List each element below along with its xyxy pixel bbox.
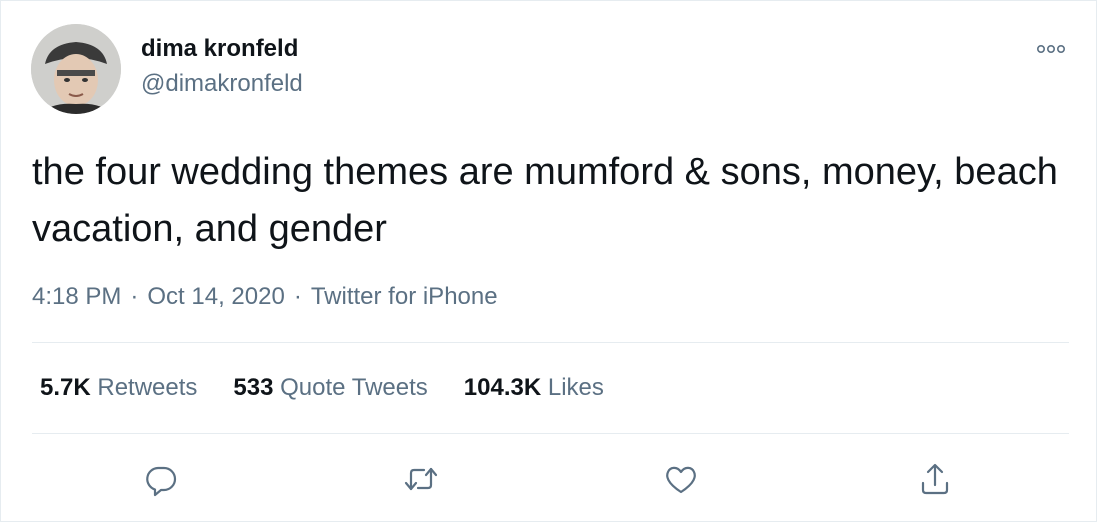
share-icon[interactable] xyxy=(915,459,955,499)
author-handle[interactable]: @dimakronfeld xyxy=(141,69,303,99)
tweet-date[interactable]: Oct 14, 2020 xyxy=(147,283,284,310)
retweets-count: 5.7K xyxy=(40,374,91,401)
more-horizontal-icon[interactable] xyxy=(1031,39,1071,59)
quote-tweets-stat[interactable]: 533 Quote Tweets xyxy=(233,373,427,403)
avatar-photo xyxy=(31,24,121,114)
tweet-text: the four wedding themes are mumford & so… xyxy=(32,151,1058,250)
meta-separator: · xyxy=(293,283,302,310)
likes-count: 104.3K xyxy=(463,374,542,401)
reply-icon[interactable] xyxy=(141,459,181,499)
meta-separator: · xyxy=(130,283,139,310)
retweet-icon[interactable] xyxy=(401,459,441,499)
author-name[interactable]: dima kronfeld xyxy=(141,34,298,64)
avatar[interactable] xyxy=(31,24,121,114)
tweet-source[interactable]: Twitter for iPhone xyxy=(311,283,498,310)
quotes-label: Quote Tweets xyxy=(280,374,428,401)
likes-stat[interactable]: 104.3K Likes xyxy=(464,373,604,403)
divider-top xyxy=(32,342,1069,343)
tweet-meta: 4:18 PM · Oct 14, 2020 · Twitter for iPhone xyxy=(32,282,498,312)
likes-label: Likes xyxy=(547,374,604,401)
tweet-time[interactable]: 4:18 PM xyxy=(32,283,121,310)
like-icon[interactable] xyxy=(661,459,701,499)
divider-bottom xyxy=(32,433,1069,434)
tweet-card: dima kronfeld @dimakronfeld the four wed… xyxy=(0,0,1097,522)
quotes-count: 533 xyxy=(233,374,274,401)
tweet-stats: 5.7K Retweets 533 Quote Tweets 104.3K Like… xyxy=(32,373,640,403)
retweets-stat[interactable]: 5.7K Retweets xyxy=(40,373,197,403)
retweets-label: Retweets xyxy=(97,374,198,401)
